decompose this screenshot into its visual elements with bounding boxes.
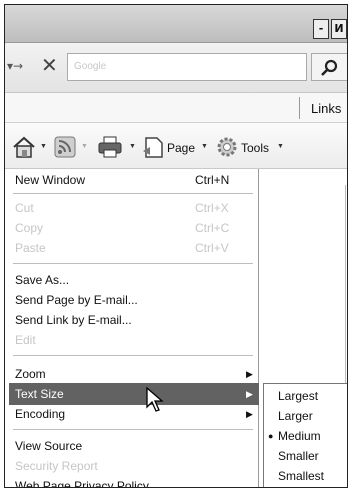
menu-separator — [13, 193, 253, 194]
tools-dropdown-icon[interactable]: ▼ — [277, 143, 284, 150]
print-button[interactable] — [97, 135, 125, 159]
menu-item-save-as[interactable]: Save As... — [9, 269, 259, 291]
menu-item-label: Send Page by E-mail... — [15, 293, 138, 307]
menu-item-label: New Window — [15, 173, 86, 187]
toolbar-separator — [299, 97, 300, 119]
rss-icon — [54, 136, 76, 158]
browser-window: - И ▾→ ✕ Google Links ▼ ▼ ▼ Page ▼ Tools… — [4, 4, 348, 488]
gear-icon — [217, 137, 237, 157]
menu-item-label: Copy — [15, 221, 44, 235]
home-icon — [13, 136, 35, 158]
menu-item-label: Text Size — [15, 387, 64, 401]
tools-menu-label[interactable]: Tools — [241, 141, 269, 155]
command-bar: ▼ ▼ ▼ Page ▼ Tools ▼ — [5, 123, 347, 169]
submenu-item-largest[interactable]: Largest — [264, 386, 347, 406]
stop-icon[interactable]: ✕ — [41, 53, 58, 77]
page-dropdown-icon[interactable]: ▼ — [201, 143, 208, 150]
submenu-item-label: Smaller — [278, 449, 319, 463]
menu-item-label: Encoding — [15, 407, 66, 421]
menu-item-shortcut: Ctrl+V — [195, 241, 229, 255]
mouse-cursor-icon — [146, 387, 164, 412]
print-dropdown-icon[interactable]: ▼ — [129, 143, 136, 150]
submenu-item-label: Largest — [278, 389, 319, 403]
menu-item-label: Send Link by E-mail... — [15, 313, 132, 327]
menu-item-zoom[interactable]: Zoom ▶ — [9, 363, 259, 385]
home-dropdown-icon[interactable]: ▼ — [40, 143, 47, 150]
printer-icon — [98, 136, 122, 158]
menu-item-label: View Source — [15, 439, 83, 453]
submenu-item-smallest[interactable]: Smallest — [264, 466, 347, 486]
links-button[interactable]: Links — [311, 101, 341, 116]
search-input[interactable]: Google — [67, 53, 307, 81]
page-menu-button[interactable] — [141, 135, 167, 159]
submenu-item-larger[interactable]: Larger — [264, 406, 347, 426]
menu-item-label: Zoom — [15, 367, 46, 381]
menu-separator — [13, 429, 253, 430]
content-edge — [345, 185, 346, 385]
menu-item-shortcut: Ctrl+C — [195, 221, 230, 235]
menu-item-cut: Cut Ctrl+X — [9, 197, 259, 219]
selected-bullet-icon: ● — [268, 431, 274, 441]
feeds-button[interactable] — [53, 135, 79, 159]
menu-item-label: Paste — [15, 241, 46, 255]
home-button[interactable] — [11, 135, 37, 159]
menu-item-view-source[interactable]: View Source — [9, 435, 259, 457]
menu-separator — [13, 263, 253, 264]
menu-item-paste: Paste Ctrl+V — [9, 237, 259, 259]
submenu-arrow-icon: ▶ — [246, 409, 253, 419]
page-icon — [143, 137, 163, 158]
menu-item-new-window[interactable]: New Window Ctrl+N — [9, 169, 259, 191]
menu-item-label: Web Page Privacy Policy... — [15, 479, 158, 488]
menu-item-copy: Copy Ctrl+C — [9, 217, 259, 239]
menu-item-encoding[interactable]: Encoding ▶ — [9, 403, 259, 425]
menu-item-security-report: Security Report — [9, 455, 259, 477]
submenu-item-medium[interactable]: ● Medium — [264, 426, 347, 446]
menu-item-shortcut: Ctrl+N — [195, 173, 230, 187]
page-menu: New Window Ctrl+N Cut Ctrl+X Copy Ctrl+C… — [9, 169, 259, 488]
menu-item-shortcut: Ctrl+X — [195, 201, 229, 215]
refresh-icon[interactable]: ▾→ — [7, 59, 23, 73]
menu-item-label: Cut — [15, 201, 34, 215]
links-toolbar: Links — [5, 93, 347, 123]
search-toolbar: ▾→ ✕ Google — [5, 43, 347, 93]
menu-item-send-link[interactable]: Send Link by E-mail... — [9, 309, 259, 331]
search-icon — [321, 59, 338, 76]
submenu-arrow-icon: ▶ — [246, 389, 253, 399]
menu-separator — [13, 355, 253, 356]
title-bar: - И — [5, 5, 347, 43]
menu-item-label: Edit — [15, 333, 36, 347]
submenu-item-label: Larger — [278, 409, 313, 423]
minimize-button[interactable]: - — [313, 19, 329, 39]
page-content-area — [261, 169, 347, 383]
submenu-item-smaller[interactable]: Smaller — [264, 446, 347, 466]
menu-item-label: Security Report — [15, 459, 98, 473]
page-menu-label[interactable]: Page — [167, 141, 195, 155]
menu-item-privacy-policy[interactable]: Web Page Privacy Policy... — [9, 475, 259, 488]
tools-menu-button[interactable] — [215, 135, 239, 159]
menu-item-edit: Edit — [9, 329, 259, 351]
menu-item-send-page[interactable]: Send Page by E-mail... — [9, 289, 259, 311]
menu-item-text-size[interactable]: Text Size ▶ — [9, 383, 259, 405]
feeds-dropdown-icon[interactable]: ▼ — [81, 143, 88, 150]
submenu-arrow-icon: ▶ — [246, 369, 253, 379]
text-size-submenu: Largest Larger ● Medium Smaller Smallest — [263, 383, 347, 487]
restore-button[interactable]: И — [331, 19, 347, 39]
search-button[interactable] — [311, 53, 347, 81]
menu-item-label: Save As... — [15, 273, 70, 287]
submenu-item-label: Smallest — [278, 469, 325, 483]
submenu-item-label: Medium — [278, 429, 321, 443]
